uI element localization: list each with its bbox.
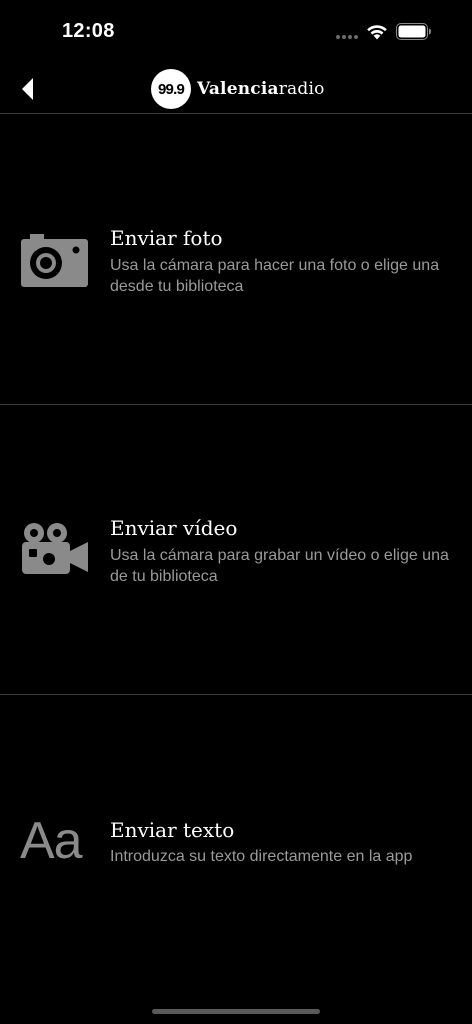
camera-icon bbox=[21, 234, 88, 287]
video-camera-icon bbox=[22, 523, 88, 574]
option-title: Enviar texto bbox=[110, 818, 235, 842]
navigation-bar: 99.9 Valenciaradio bbox=[0, 60, 472, 114]
option-title: Enviar foto bbox=[110, 226, 223, 250]
battery-icon bbox=[396, 23, 431, 40]
logo-wordmark-light: radio bbox=[278, 79, 325, 99]
send-text-option[interactable]: Aa Enviar texto Introduzca su texto dire… bbox=[0, 695, 472, 995]
logo-badge: 99.9 bbox=[151, 69, 191, 109]
back-arrow-icon bbox=[22, 78, 33, 100]
cellular-signal-icon bbox=[336, 35, 360, 40]
logo-wordmark: Valenciaradio bbox=[197, 79, 325, 99]
back-button[interactable] bbox=[14, 74, 44, 104]
logo-wordmark-bold: Valencia bbox=[197, 79, 279, 99]
status-bar: 12:08 bbox=[0, 0, 472, 60]
text-icon: Aa bbox=[20, 812, 83, 870]
option-description: Introduzca su texto directamente en la a… bbox=[110, 848, 413, 865]
option-description: Usa la cámara para hacer una foto o elig… bbox=[110, 257, 440, 295]
station-logo: 99.9 Valenciaradio bbox=[151, 69, 325, 109]
wifi-icon bbox=[367, 25, 387, 40]
send-video-option[interactable]: Enviar vídeo Usa la cámara para grabar u… bbox=[0, 404, 472, 695]
send-photo-option[interactable]: Enviar foto Usa la cámara para hacer una… bbox=[0, 114, 472, 405]
option-description: Usa la cámara para grabar un vídeo o eli… bbox=[110, 547, 449, 585]
option-title: Enviar vídeo bbox=[110, 516, 238, 540]
status-time: 12:08 bbox=[62, 20, 115, 42]
home-indicator[interactable] bbox=[152, 1009, 320, 1014]
